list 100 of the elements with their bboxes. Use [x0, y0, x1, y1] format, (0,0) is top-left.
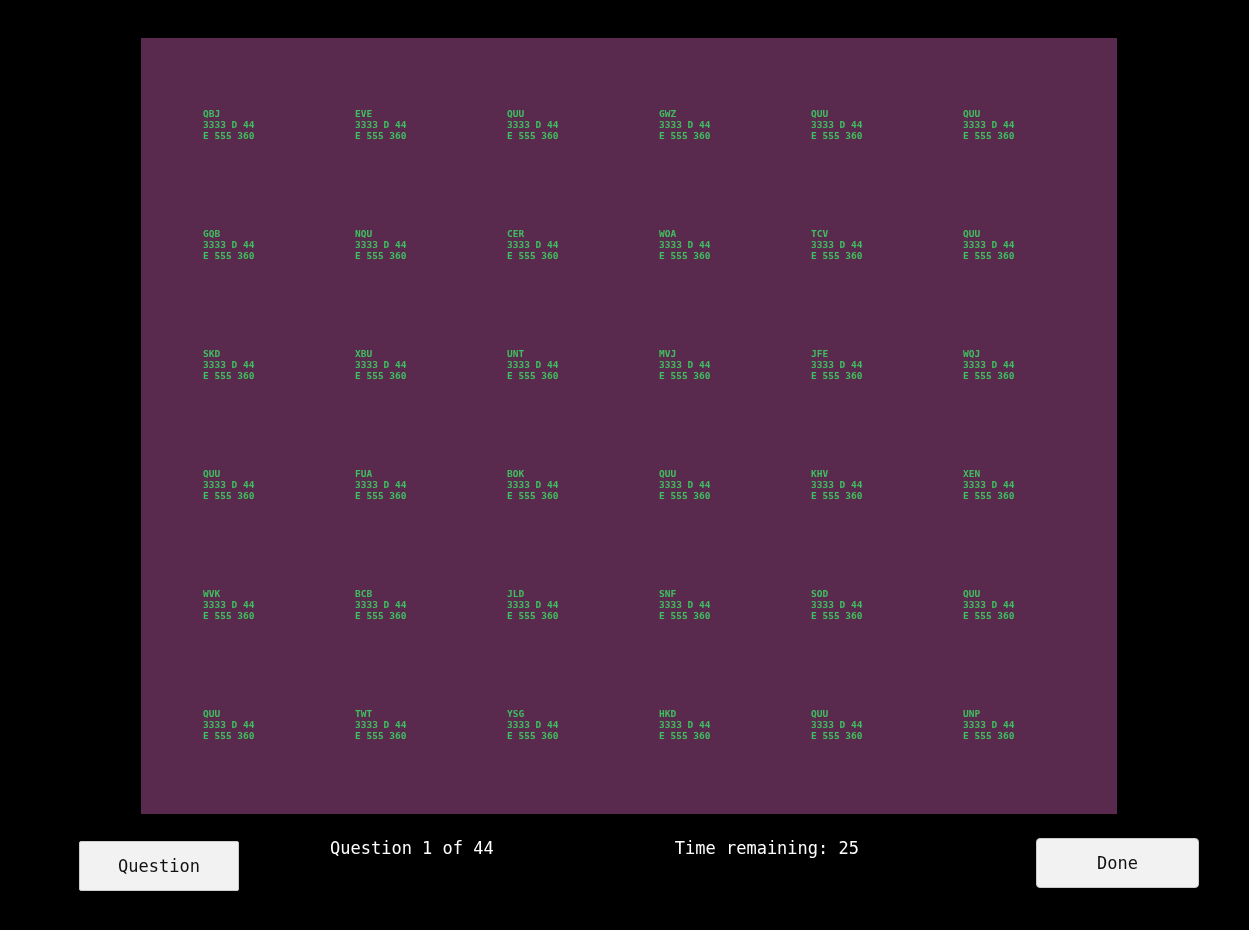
altitude-readout: 3333 D 44 — [355, 239, 407, 250]
heading-readout: E 555 360 — [963, 490, 1015, 501]
altitude-readout: 3333 D 44 — [507, 359, 559, 370]
altitude-readout: 3333 D 44 — [355, 719, 407, 730]
heading-readout: E 555 360 — [811, 610, 863, 621]
callsign: SKD — [203, 348, 221, 359]
question-button[interactable]: Question — [79, 841, 239, 891]
callsign: BCB — [355, 588, 373, 599]
heading-readout: E 555 360 — [355, 250, 407, 261]
altitude-readout: 3333 D 44 — [811, 719, 863, 730]
heading-readout: E 555 360 — [355, 130, 407, 141]
altitude-readout: 3333 D 44 — [203, 719, 255, 730]
callsign: TWT — [355, 708, 373, 719]
heading-readout: E 555 360 — [203, 370, 255, 381]
altitude-readout: 3333 D 44 — [355, 119, 407, 130]
callsign: SOD — [811, 588, 829, 599]
callsign: WOA — [659, 228, 677, 239]
heading-readout: E 555 360 — [963, 370, 1015, 381]
altitude-readout: 3333 D 44 — [659, 479, 711, 490]
callsign: CER — [507, 228, 525, 239]
heading-readout: E 555 360 — [659, 730, 711, 741]
heading-readout: E 555 360 — [659, 130, 711, 141]
time-remaining: Time remaining: 25 — [674, 838, 859, 858]
callsign: BOK — [507, 468, 525, 479]
altitude-readout: 3333 D 44 — [355, 599, 407, 610]
heading-readout: E 555 360 — [811, 370, 863, 381]
heading-readout: E 555 360 — [203, 490, 255, 501]
heading-readout: E 555 360 — [355, 370, 407, 381]
heading-readout: E 555 360 — [659, 250, 711, 261]
question-counter: Question 1 of 44 — [330, 838, 494, 858]
callsign: WQJ — [963, 348, 981, 359]
altitude-readout: 3333 D 44 — [203, 239, 255, 250]
altitude-readout: 3333 D 44 — [507, 599, 559, 610]
heading-readout: E 555 360 — [811, 250, 863, 261]
callsign: QUU — [203, 708, 221, 719]
callsign: QUU — [963, 108, 981, 119]
altitude-readout: 3333 D 44 — [507, 479, 559, 490]
altitude-readout: 3333 D 44 — [811, 119, 863, 130]
heading-readout: E 555 360 — [507, 250, 559, 261]
altitude-readout: 3333 D 44 — [659, 239, 711, 250]
callsign: SNF — [659, 588, 677, 599]
callsign: XBU — [355, 348, 373, 359]
heading-readout: E 555 360 — [659, 610, 711, 621]
callsign: XEN — [963, 468, 981, 479]
callsign: WVK — [203, 588, 221, 599]
altitude-readout: 3333 D 44 — [811, 239, 863, 250]
done-button[interactable]: Done — [1036, 838, 1199, 888]
callsign: JLD — [507, 588, 525, 599]
heading-readout: E 555 360 — [355, 610, 407, 621]
heading-readout: E 555 360 — [507, 130, 559, 141]
altitude-readout: 3333 D 44 — [963, 359, 1015, 370]
callsign: HKD — [659, 708, 677, 719]
callsign: KHV — [811, 468, 829, 479]
callsign: JFE — [811, 348, 829, 359]
heading-readout: E 555 360 — [811, 490, 863, 501]
callsign: FUA — [355, 468, 373, 479]
altitude-readout: 3333 D 44 — [203, 599, 255, 610]
altitude-readout: 3333 D 44 — [659, 719, 711, 730]
heading-readout: E 555 360 — [203, 250, 255, 261]
altitude-readout: 3333 D 44 — [963, 119, 1015, 130]
callsign: QUU — [507, 108, 525, 119]
heading-readout: E 555 360 — [507, 730, 559, 741]
callsign: QUU — [203, 468, 221, 479]
heading-readout: E 555 360 — [659, 490, 711, 501]
callsign: QUU — [963, 228, 981, 239]
heading-readout: E 555 360 — [355, 730, 407, 741]
heading-readout: E 555 360 — [203, 730, 255, 741]
altitude-readout: 3333 D 44 — [963, 239, 1015, 250]
callsign: YSG — [507, 708, 525, 719]
altitude-readout: 3333 D 44 — [811, 479, 863, 490]
callsign: QUU — [659, 468, 677, 479]
callsign: GQB — [203, 228, 221, 239]
heading-readout: E 555 360 — [811, 730, 863, 741]
altitude-readout: 3333 D 44 — [811, 599, 863, 610]
altitude-readout: 3333 D 44 — [963, 479, 1015, 490]
heading-readout: E 555 360 — [963, 250, 1015, 261]
heading-readout: E 555 360 — [811, 130, 863, 141]
heading-readout: E 555 360 — [963, 130, 1015, 141]
heading-readout: E 555 360 — [963, 610, 1015, 621]
callsign: TCV — [811, 228, 829, 239]
altitude-readout: 3333 D 44 — [203, 119, 255, 130]
callsign: UNP — [963, 708, 981, 719]
callsign: QUU — [963, 588, 981, 599]
altitude-readout: 3333 D 44 — [507, 719, 559, 730]
altitude-readout: 3333 D 44 — [659, 359, 711, 370]
callsign: QUU — [811, 108, 829, 119]
heading-readout: E 555 360 — [507, 610, 559, 621]
altitude-readout: 3333 D 44 — [659, 119, 711, 130]
altitude-readout: 3333 D 44 — [659, 599, 711, 610]
altitude-readout: 3333 D 44 — [507, 119, 559, 130]
altitude-readout: 3333 D 44 — [507, 239, 559, 250]
altitude-readout: 3333 D 44 — [355, 479, 407, 490]
callsign: QBJ — [203, 108, 221, 119]
callsign: MVJ — [659, 348, 677, 359]
altitude-readout: 3333 D 44 — [963, 599, 1015, 610]
altitude-readout: 3333 D 44 — [203, 479, 255, 490]
callsign: QUU — [811, 708, 829, 719]
heading-readout: E 555 360 — [203, 610, 255, 621]
heading-readout: E 555 360 — [659, 370, 711, 381]
callsign: EVE — [355, 108, 373, 119]
